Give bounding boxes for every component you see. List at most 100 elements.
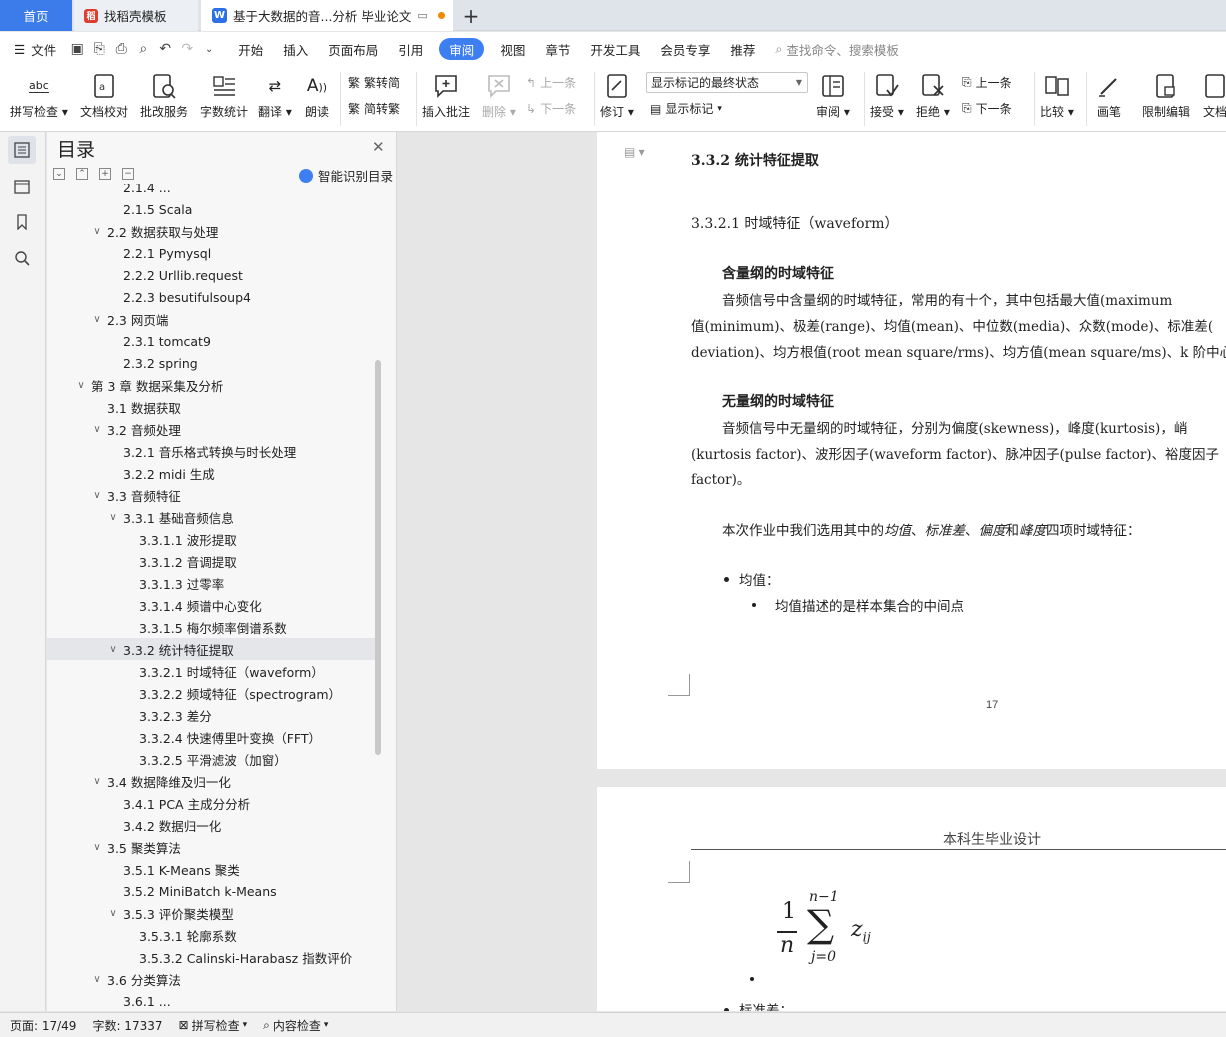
chevron-down-icon[interactable]: ∨ (91, 424, 103, 435)
toc-item[interactable]: ∨ 3.6 分类算法 (47, 968, 377, 990)
remove-heading-icon[interactable]: − (122, 168, 134, 180)
track-changes-button[interactable]: 修订 ▾ (600, 70, 634, 120)
pen-button[interactable]: 画笔 (1094, 70, 1124, 120)
to-traditional-button[interactable]: 繁 繁转简 (348, 74, 400, 91)
page-indicator[interactable]: 页面: 17/49 (0, 1017, 84, 1034)
toc-item[interactable]: ∨ 3.2 音频处理 (47, 418, 377, 440)
tab-document[interactable]: W 基于大数据的音...分析 毕业论文 ▭ (201, 0, 453, 31)
menu-recommend[interactable]: 推荐 (720, 38, 765, 60)
save-icon[interactable]: ▣ (66, 41, 88, 57)
batch-service-button[interactable]: 批改服务 (140, 70, 188, 120)
toc-item[interactable]: 3.4.1 PCA 主成分分析 (47, 792, 377, 814)
toc-item[interactable]: 3.3.1.5 梅尔频率倒谱系数 (47, 616, 377, 638)
tab-template[interactable]: 稻 找稻壳模板 (74, 0, 198, 31)
toc-item[interactable]: ∨ 第 3 章 数据采集及分析 (47, 374, 377, 396)
toc-item[interactable]: 3.3.1.1 波形提取 (47, 528, 377, 550)
chevron-down-icon[interactable]: ∨ (91, 974, 103, 985)
review-pane-button[interactable]: 审阅 ▾ (816, 70, 850, 120)
toc-item[interactable]: ∨ 2.2 数据获取与处理 (47, 220, 377, 242)
toc-scrollbar[interactable] (375, 360, 381, 755)
word-count-button[interactable]: 字数统计 (200, 70, 248, 120)
menu-start[interactable]: 开始 (228, 38, 273, 60)
toc-item[interactable]: 2.2.3 besutifulsoup4 (47, 286, 377, 308)
to-simplified-button[interactable]: 繁 简转繁 (348, 100, 400, 117)
toc-item[interactable]: ∨ 3.3.1 基础音频信息 (47, 506, 377, 528)
compare-button[interactable]: 比较 ▾ (1040, 70, 1074, 120)
insert-comment-button[interactable]: 插入批注 (422, 70, 470, 120)
toc-item[interactable]: 3.1 数据获取 (47, 396, 377, 418)
toc-item[interactable]: 2.3.2 spring (47, 352, 377, 374)
toc-item[interactable]: ∨ 3.5 聚类算法 (47, 836, 377, 858)
prev-comment-button[interactable]: ↰ 上一条 (526, 74, 576, 91)
toc-item[interactable]: ∨ 2.3 网页端 (47, 308, 377, 330)
collapse-all-icon[interactable]: ⌃ (76, 168, 88, 180)
tab-home[interactable]: 首页 (0, 0, 72, 31)
expand-all-icon[interactable]: ⌄ (53, 168, 65, 180)
next-change-button[interactable]: ⎘ 下一条 (962, 100, 1012, 117)
toc-item[interactable]: 3.5.3.1 轮廓系数 (47, 924, 377, 946)
toc-item[interactable]: 2.1.4 ... (47, 184, 377, 198)
toc-item[interactable]: 3.3.2.5 平滑滤波（加窗） (47, 748, 377, 770)
restrict-edit-button[interactable]: 限制编辑 (1142, 70, 1190, 120)
toc-item[interactable]: ∨ 3.4 数据降维及归一化 (47, 770, 377, 792)
toc-panel-icon[interactable] (8, 136, 36, 164)
toc-item[interactable]: 3.3.2.3 差分 (47, 704, 377, 726)
toc-item[interactable]: 3.3.2.2 频域特征（spectrogram） (47, 682, 377, 704)
export-pdf-icon[interactable]: ⎘ (88, 41, 110, 57)
bookmark-icon[interactable] (8, 208, 36, 236)
command-search[interactable]: ⌕ 查找命令、搜索模板 (765, 38, 909, 60)
menu-review[interactable]: 审阅 (439, 38, 485, 60)
menu-view[interactable]: 视图 (490, 38, 535, 60)
print-preview-icon[interactable]: ⌕ (132, 41, 154, 57)
chevron-down-icon[interactable]: ∨ (91, 226, 103, 237)
document-page[interactable]: ▤ ▾ 3.3.2 统计特征提取 3.3.2.1 时域特征（waveform） … (597, 132, 1226, 769)
toc-item[interactable]: 3.3.1.4 频谱中心变化 (47, 594, 377, 616)
toc-item[interactable]: 3.5.3.2 Calinski-Harabasz 指数评价 (47, 946, 377, 968)
toc-item[interactable]: 2.1.5 Scala (47, 198, 377, 220)
markup-state-select[interactable]: 显示标记的最终状态 ▼ (646, 72, 808, 93)
add-heading-icon[interactable]: + (99, 168, 111, 180)
search-icon[interactable] (8, 244, 36, 272)
chapter-nav-icon[interactable] (8, 172, 36, 200)
monitor-icon[interactable]: ▭ (417, 9, 427, 22)
menu-insert[interactable]: 插入 (273, 38, 318, 60)
chevron-down-icon[interactable]: ∨ (91, 490, 103, 501)
chevron-down-icon[interactable]: ∨ (107, 644, 119, 655)
toc-item[interactable]: 3.3.1.3 过零率 (47, 572, 377, 594)
show-markup-button[interactable]: ▤ 显示标记 ▾ (650, 100, 722, 117)
chevron-down-icon[interactable]: ∨ (91, 842, 103, 853)
smart-toc-button[interactable]: 智能识别目录 (299, 166, 393, 185)
undo-icon[interactable]: ↶ (154, 41, 176, 57)
menu-chapter[interactable]: 章节 (535, 38, 580, 60)
reject-button[interactable]: 拒绝 ▾ (916, 70, 950, 120)
file-menu[interactable]: ☰ 文件 (0, 38, 66, 60)
toc-item[interactable]: ∨ 3.5.3 评价聚类模型 (47, 902, 377, 924)
translate-button[interactable]: ⇄ 翻译 ▾ (258, 70, 292, 120)
prev-change-button[interactable]: ⎘ 上一条 (962, 74, 1012, 91)
menu-references[interactable]: 引用 (388, 38, 433, 60)
chevron-down-icon[interactable]: ∨ (107, 908, 119, 919)
spell-check-button[interactable]: abc 拼写检查 ▾ (10, 70, 68, 120)
doc-proof-button[interactable]: a 文档校对 (80, 70, 128, 120)
toc-item[interactable]: 2.2.1 Pymysql (47, 242, 377, 264)
menu-member[interactable]: 会员专享 (650, 38, 720, 60)
toc-item[interactable]: 3.6.1 ... (47, 990, 377, 1010)
toc-item[interactable]: ∨ 3.3 音频特征 (47, 484, 377, 506)
toc-item[interactable]: ∨ 3.3.2 统计特征提取 (47, 638, 377, 660)
toc-item[interactable]: 3.5.1 K-Means 聚类 (47, 858, 377, 880)
menu-page-layout[interactable]: 页面布局 (318, 38, 388, 60)
chevron-down-icon[interactable]: ∨ (75, 380, 87, 391)
toc-item[interactable]: 3.5.2 MiniBatch k-Means (47, 880, 377, 902)
toc-item[interactable]: 3.3.2.4 快速傅里叶变换（FFT） (47, 726, 377, 748)
document-tools-button[interactable]: 文档 (1200, 70, 1226, 120)
print-icon[interactable]: ⎙ (110, 41, 132, 57)
chevron-down-icon[interactable]: ∨ (91, 776, 103, 787)
toc-item[interactable]: 2.3.1 tomcat9 (47, 330, 377, 352)
chevron-down-icon[interactable]: ∨ (107, 512, 119, 523)
delete-comment-button[interactable]: 删除 ▾ (482, 70, 516, 120)
read-aloud-button[interactable]: A)) 朗读 (302, 70, 332, 120)
toc-item[interactable]: 3.3.1.2 音调提取 (47, 550, 377, 572)
next-comment-button[interactable]: ↳ 下一条 (526, 100, 576, 117)
document-page[interactable]: 本科生毕业设计 1 n n−1 ∑ j=0 zij 标准差： (597, 787, 1226, 1011)
toc-item[interactable]: 3.2.2 midi 生成 (47, 462, 377, 484)
